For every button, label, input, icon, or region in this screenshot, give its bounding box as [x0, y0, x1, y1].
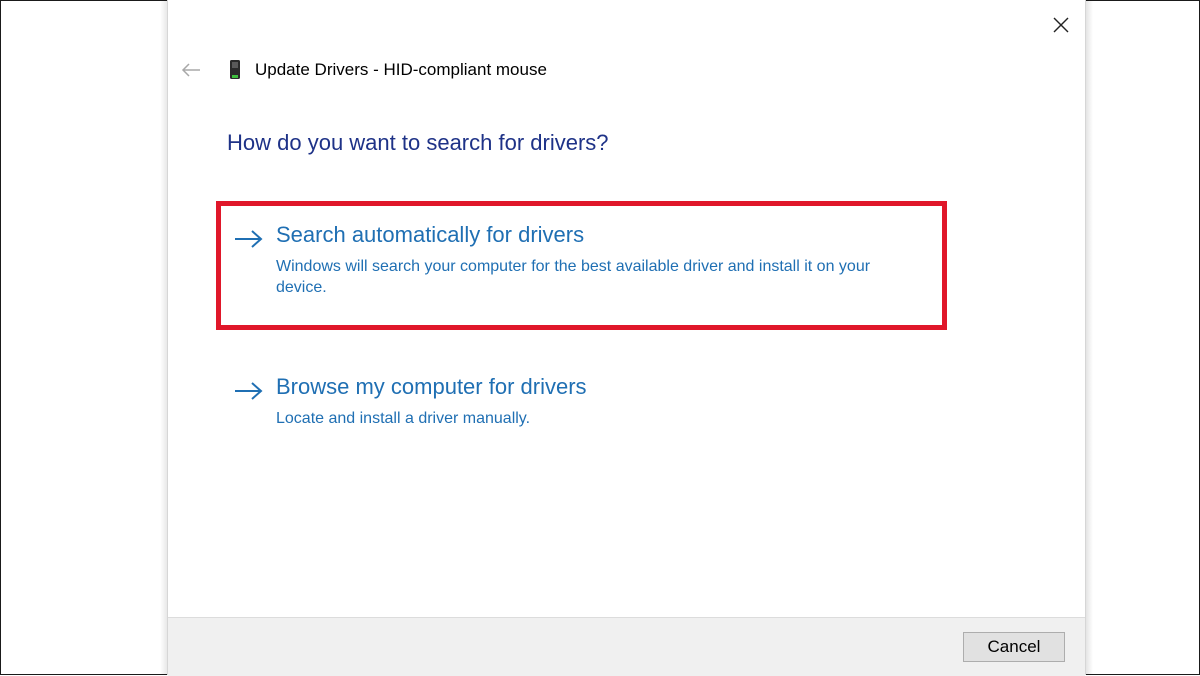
browse-computer-option[interactable]: Browse my computer for drivers Locate an… — [234, 374, 914, 434]
search-automatically-option[interactable]: Search automatically for drivers Windows… — [234, 222, 914, 302]
close-icon — [1053, 17, 1069, 33]
arrow-right-icon — [235, 382, 263, 400]
back-button[interactable] — [178, 58, 204, 82]
mouse-device-icon — [230, 60, 240, 79]
dialog-shadow-right — [1085, 0, 1093, 675]
dialog-footer: Cancel — [168, 617, 1085, 676]
back-arrow-icon — [181, 63, 200, 77]
option-title: Browse my computer for drivers — [276, 374, 587, 399]
arrow-right-icon — [235, 230, 263, 248]
option-description: Locate and install a driver manually. — [276, 410, 531, 427]
option-description: Windows will search your computer for th… — [276, 258, 871, 296]
cancel-button[interactable]: Cancel — [963, 632, 1065, 662]
update-drivers-dialog: Update Drivers - HID-compliant mouse How… — [167, 0, 1086, 676]
page-heading: How do you want to search for drivers? — [227, 130, 609, 155]
close-button[interactable] — [1048, 12, 1074, 38]
dialog-title: Update Drivers - HID-compliant mouse — [255, 60, 547, 79]
option-title: Search automatically for drivers — [276, 222, 585, 247]
